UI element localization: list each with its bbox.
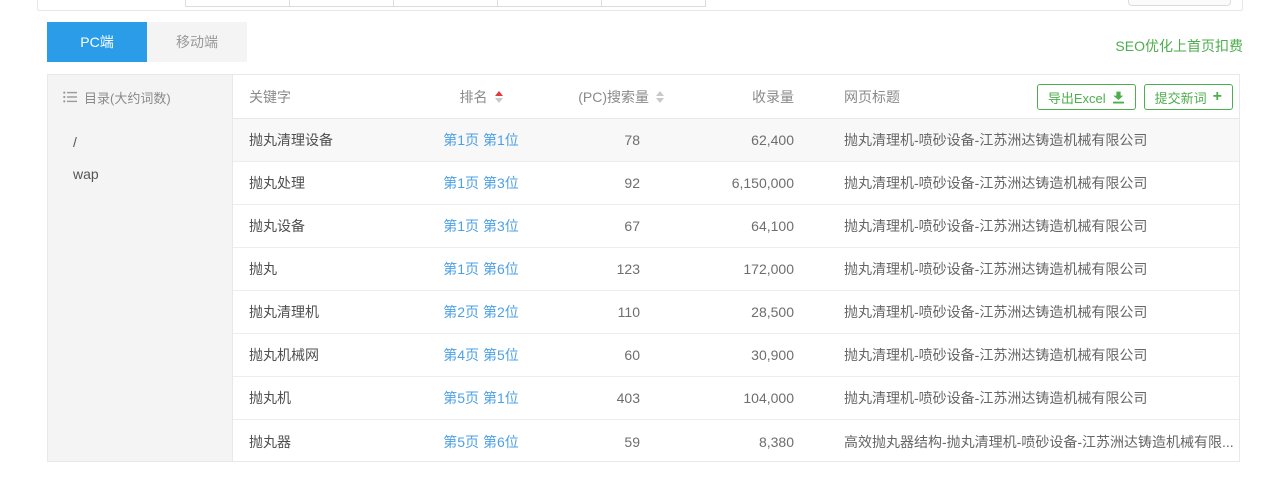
table-header-row: 关键字 排名 (PC)搜索量 收录量 网页标题 xyxy=(233,75,1239,119)
keyword-cell: 抛丸清理机 xyxy=(233,302,421,322)
rank-cell: 第1页 第3位 xyxy=(421,173,541,193)
indexed-cell: 172,000 xyxy=(666,261,802,277)
keyword-cell: 抛丸器 xyxy=(233,432,421,452)
search-volume-cell: 403 xyxy=(541,390,666,406)
list-icon xyxy=(63,91,77,103)
indexed-cell: 104,000 xyxy=(666,390,802,406)
page-title-cell: 抛丸清理机-喷砂设备-江苏洲达铸造机械有限公司 xyxy=(802,259,1239,279)
keyword-cell: 抛丸机械网 xyxy=(233,345,421,365)
page-title-cell: 抛丸清理机-喷砂设备-江苏洲达铸造机械有限公司 xyxy=(802,216,1239,236)
directory-sidebar: 目录(大约词数) / wap xyxy=(48,75,233,461)
sort-desc-icon xyxy=(656,98,664,103)
col-header-indexed: 收录量 xyxy=(666,87,802,107)
seo-billing-link[interactable]: SEO优化上首页扣费 xyxy=(1115,36,1243,56)
table-row: 抛丸机械网 第4页 第5位 60 30,900 抛丸清理机-喷砂设备-江苏洲达铸… xyxy=(233,334,1239,377)
keyword-cell: 抛丸设备 xyxy=(233,216,421,236)
cutoff-button xyxy=(1128,0,1231,6)
search-volume-cell: 78 xyxy=(541,132,666,148)
indexed-cell: 62,400 xyxy=(666,132,802,148)
main-panel: 目录(大约词数) / wap 关键字 排名 xyxy=(47,74,1240,462)
table-actions: 导出Excel 提交新词 + xyxy=(1037,84,1233,110)
sidebar-items: / wap xyxy=(48,119,232,190)
rank-cell: 第2页 第2位 xyxy=(421,302,541,322)
table-row: 抛丸处理 第1页 第3位 92 6,150,000 抛丸清理机-喷砂设备-江苏洲… xyxy=(233,162,1239,205)
sidebar-header: 目录(大约词数) xyxy=(48,75,232,119)
tab-mobile[interactable]: 移动端 xyxy=(147,22,247,62)
table-row: 抛丸器 第5页 第6位 59 8,380 高效抛丸器结构-抛丸清理机-喷砂设备-… xyxy=(233,420,1239,463)
keyword-cell: 抛丸清理设备 xyxy=(233,130,421,150)
indexed-cell: 28,500 xyxy=(666,304,802,320)
table-row: 抛丸清理设备 第1页 第1位 78 62,400 抛丸清理机-喷砂设备-江苏洲达… xyxy=(233,119,1239,162)
page-title-cell: 抛丸清理机-喷砂设备-江苏洲达铸造机械有限公司 xyxy=(802,130,1239,150)
sort-asc-icon xyxy=(656,91,664,96)
table-row: 抛丸 第1页 第6位 123 172,000 抛丸清理机-喷砂设备-江苏洲达铸造… xyxy=(233,248,1239,291)
cutoff-top-panel xyxy=(37,0,1243,11)
indexed-cell: 8,380 xyxy=(666,434,802,450)
col-header-rank[interactable]: 排名 xyxy=(421,87,541,107)
rank-cell: 第5页 第1位 xyxy=(421,388,541,408)
sidebar-directory-item[interactable]: / xyxy=(73,126,232,158)
plus-icon: + xyxy=(1213,89,1222,105)
rank-link[interactable]: 第1页 第3位 xyxy=(443,173,518,193)
table-row: 抛丸机 第5页 第1位 403 104,000 抛丸清理机-喷砂设备-江苏洲达铸… xyxy=(233,377,1239,420)
search-volume-sort-icon[interactable] xyxy=(656,91,664,103)
device-tabs: PC端 移动端 xyxy=(47,22,247,62)
cutoff-input-cells xyxy=(186,0,706,7)
sidebar-directory-item[interactable]: wap xyxy=(73,158,232,190)
keyword-cell: 抛丸处理 xyxy=(233,173,421,193)
rank-cell: 第5页 第6位 xyxy=(421,432,541,452)
rank-cell: 第1页 第3位 xyxy=(421,216,541,236)
rank-sort-icon[interactable] xyxy=(495,91,503,103)
page-title-cell: 抛丸清理机-喷砂设备-江苏洲达铸造机械有限公司 xyxy=(802,345,1239,365)
rank-link[interactable]: 第5页 第1位 xyxy=(443,388,518,408)
rank-link[interactable]: 第1页 第6位 xyxy=(443,259,518,279)
rank-link[interactable]: 第5页 第6位 xyxy=(443,432,518,452)
table-body: 抛丸清理设备 第1页 第1位 78 62,400 抛丸清理机-喷砂设备-江苏洲达… xyxy=(233,119,1239,463)
sort-asc-icon xyxy=(495,91,503,96)
keyword-cell: 抛丸机 xyxy=(233,388,421,408)
page-title-cell: 高效抛丸器结构-抛丸清理机-喷砂设备-江苏洲达铸造机械有限... xyxy=(802,432,1239,452)
search-volume-cell: 92 xyxy=(541,175,666,191)
export-excel-button[interactable]: 导出Excel xyxy=(1037,84,1136,110)
rank-link[interactable]: 第2页 第2位 xyxy=(443,302,518,322)
rank-cell: 第1页 第1位 xyxy=(421,130,541,150)
search-volume-cell: 67 xyxy=(541,218,666,234)
rank-cell: 第1页 第6位 xyxy=(421,259,541,279)
rank-link[interactable]: 第1页 第1位 xyxy=(443,130,518,150)
search-volume-cell: 59 xyxy=(541,434,666,450)
page-title-cell: 抛丸清理机-喷砂设备-江苏洲达铸造机械有限公司 xyxy=(802,388,1239,408)
search-volume-cell: 60 xyxy=(541,347,666,363)
indexed-cell: 30,900 xyxy=(666,347,802,363)
seo-rank-page: PC端 移动端 SEO优化上首页扣费 目录(大约词数) / wap xyxy=(0,0,1283,483)
download-icon xyxy=(1112,91,1125,104)
page-title-cell: 抛丸清理机-喷砂设备-江苏洲达铸造机械有限公司 xyxy=(802,173,1239,193)
sidebar-title: 目录(大约词数) xyxy=(84,88,171,107)
col-header-search-volume[interactable]: (PC)搜索量 xyxy=(541,87,666,107)
rank-cell: 第4页 第5位 xyxy=(421,345,541,365)
keyword-table: 关键字 排名 (PC)搜索量 收录量 网页标题 xyxy=(233,75,1239,461)
submit-keywords-button[interactable]: 提交新词 + xyxy=(1144,84,1233,110)
search-volume-cell: 123 xyxy=(541,261,666,277)
rank-link[interactable]: 第4页 第5位 xyxy=(443,345,518,365)
col-header-keyword: 关键字 xyxy=(233,87,421,107)
indexed-cell: 6,150,000 xyxy=(666,175,802,191)
rank-link[interactable]: 第1页 第3位 xyxy=(443,216,518,236)
table-row: 抛丸清理机 第2页 第2位 110 28,500 抛丸清理机-喷砂设备-江苏洲达… xyxy=(233,291,1239,334)
page-title-cell: 抛丸清理机-喷砂设备-江苏洲达铸造机械有限公司 xyxy=(802,302,1239,322)
table-row: 抛丸设备 第1页 第3位 67 64,100 抛丸清理机-喷砂设备-江苏洲达铸造… xyxy=(233,205,1239,248)
keyword-cell: 抛丸 xyxy=(233,259,421,279)
sort-desc-icon xyxy=(495,98,503,103)
tab-pc[interactable]: PC端 xyxy=(47,22,147,62)
indexed-cell: 64,100 xyxy=(666,218,802,234)
search-volume-cell: 110 xyxy=(541,304,666,320)
